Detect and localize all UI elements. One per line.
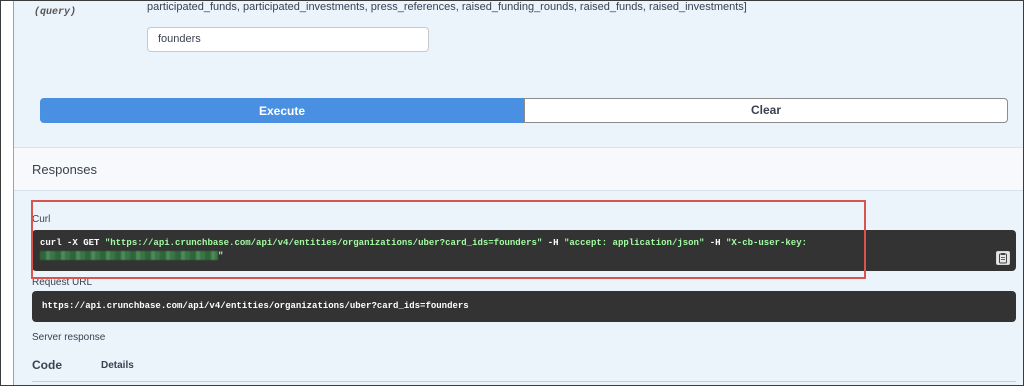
curl-label: Curl (32, 214, 51, 225)
curl-header-flag: -H (547, 238, 559, 248)
server-response-label: Server response (32, 332, 106, 343)
execute-wrapper: Execute Clear (40, 98, 1008, 123)
screenshot-frame: (query) participated_funds, participated… (0, 0, 1024, 386)
code-column-header: Code (32, 358, 62, 372)
redacted-api-key (40, 251, 218, 261)
curl-command: curl -X GET (40, 238, 100, 248)
operation-panel: (query) participated_funds, participated… (13, 1, 1023, 385)
curl-closing-quote: " (218, 251, 224, 261)
parameter-location-label: (query) (34, 7, 77, 18)
execute-button[interactable]: Execute (40, 98, 524, 123)
copy-to-clipboard-button[interactable] (996, 251, 1010, 265)
responses-title: Responses (32, 162, 98, 177)
responses-header: Responses (14, 147, 1023, 191)
parameter-enum-values: participated_funds, participated_investm… (147, 1, 747, 13)
curl-code-block[interactable]: curl -X GET "https://api.crunchbase.com/… (32, 230, 1016, 271)
card-ids-input[interactable]: founders (147, 27, 429, 52)
table-divider (32, 381, 1016, 382)
request-url-code-block[interactable]: https://api.crunchbase.com/api/v4/entiti… (32, 291, 1016, 322)
details-column-header: Details (101, 360, 134, 371)
request-url-label: Request URL (32, 277, 93, 288)
clipboard-copy-icon (999, 253, 1007, 264)
curl-url: "https://api.crunchbase.com/api/v4/entit… (104, 238, 543, 248)
curl-accept-header: "accept: application/json" (563, 238, 705, 248)
curl-user-key-header: "X-cb-user-key: (726, 238, 808, 248)
clear-button[interactable]: Clear (524, 98, 1008, 123)
curl-header-flag: -H (709, 238, 721, 248)
